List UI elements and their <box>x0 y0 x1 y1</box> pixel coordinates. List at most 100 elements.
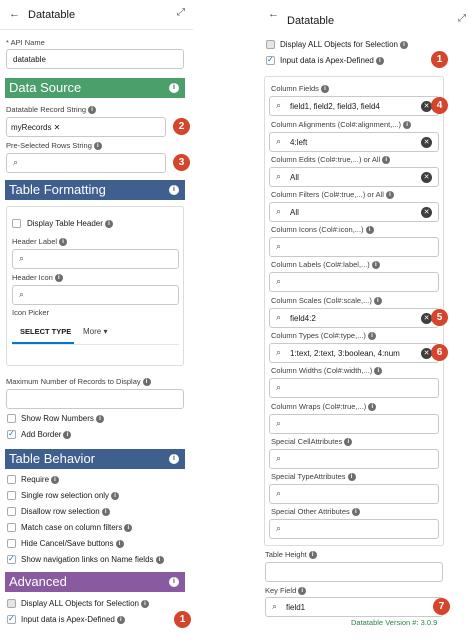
info-icon: i <box>367 332 376 341</box>
show-nav-checkbox[interactable] <box>7 554 16 564</box>
add-border-checkbox[interactable] <box>7 429 16 439</box>
back-arrow-icon[interactable]: ← <box>268 8 279 20</box>
special-type-input[interactable]: ⌕ <box>269 484 439 504</box>
search-icon: ⌕ <box>276 312 282 322</box>
info-icon: i <box>169 83 179 93</box>
match-case-checkbox[interactable] <box>7 523 16 532</box>
info-icon: i <box>382 156 391 165</box>
info-icon: i <box>375 56 384 65</box>
col-scales-value: field4:2 <box>290 314 316 323</box>
max-records-input[interactable] <box>6 389 184 409</box>
column-fields-input[interactable]: ⌕ field1, field2, field3, field4 ✕ <box>269 96 439 116</box>
expand-icon[interactable]: ⤢ <box>177 7 185 18</box>
info-icon: i <box>54 274 63 283</box>
header-icon-input[interactable]: ⌕ <box>12 285 179 305</box>
col-labels-label: Column Labels (Col#:label,...) i <box>271 260 380 270</box>
info-icon: i <box>95 414 104 423</box>
tab-more[interactable]: More ▾ <box>83 327 107 336</box>
col-icons-input[interactable]: ⌕ <box>269 237 439 257</box>
table-behavior-section[interactable]: Table Behavior i <box>5 449 185 469</box>
col-filters-label: Column Filters (Col#:true,...) or All i <box>271 190 394 200</box>
clear-icon[interactable]: ✕ <box>421 137 432 148</box>
advanced-section[interactable]: Advanced i <box>5 572 185 592</box>
key-field-value: field1 <box>286 603 306 612</box>
chevron-down-icon: ▾ <box>101 327 108 336</box>
search-icon: ⌕ <box>19 253 25 263</box>
display-all-checkbox[interactable] <box>7 599 16 608</box>
col-edits-value: All <box>290 173 299 182</box>
display-header-label: Display Table Header i <box>27 219 113 228</box>
col-align-input[interactable]: ⌕ 4:left ✕ <box>269 132 439 152</box>
callout-badge: 7 <box>433 598 450 615</box>
info-icon: i <box>399 40 408 49</box>
section-title: Data Source <box>9 80 82 95</box>
display-header-checkbox[interactable] <box>12 219 21 228</box>
section-title: Table Behavior <box>9 451 95 466</box>
col-edits-input[interactable]: ⌕ All ✕ <box>269 167 439 187</box>
data-source-section[interactable]: Data Source i <box>5 78 185 98</box>
table-height-input[interactable] <box>265 562 443 582</box>
special-type-label: Special TypeAttributes i <box>271 472 356 482</box>
display-all-label: Display ALL Objects for Selection i <box>21 599 149 608</box>
search-icon: ⌕ <box>276 241 282 251</box>
info-icon: i <box>169 185 179 195</box>
tab-select-type[interactable]: SELECT TYPE <box>20 327 71 336</box>
require-label: Require i <box>21 475 60 484</box>
require-checkbox[interactable] <box>7 475 16 484</box>
clear-icon[interactable]: ✕ <box>421 207 432 218</box>
table-formatting-section[interactable]: Table Formatting i <box>5 180 185 200</box>
info-icon: i <box>59 238 68 247</box>
search-icon: ⌕ <box>276 523 282 533</box>
search-icon: ⌕ <box>13 157 19 167</box>
col-types-value: 1:text, 2:text, 3:boolean, 4:num <box>290 349 400 358</box>
callout-badge: 4 <box>431 97 448 114</box>
search-icon: ⌕ <box>19 289 25 299</box>
record-pill: myRecords ✕ <box>11 123 61 132</box>
show-row-numbers-checkbox[interactable] <box>7 414 16 423</box>
special-cell-input[interactable]: ⌕ <box>269 449 439 469</box>
col-icons-label: Column Icons (Col#:icon,...) i <box>271 225 374 235</box>
icon-picker-tabs: SELECT TYPE More ▾ <box>12 321 179 345</box>
special-other-label: Special Other Attributes i <box>271 507 360 517</box>
info-icon: i <box>308 551 317 560</box>
special-cell-label: Special CellAttributes i <box>271 437 353 447</box>
preselected-input[interactable]: ⌕ <box>6 153 166 173</box>
left-panel: ← Datatable ⤢ * API Name datatable Data … <box>0 0 193 640</box>
apex-defined-checkbox[interactable] <box>7 614 16 624</box>
section-title: Table Formatting <box>9 182 106 197</box>
col-widths-input[interactable]: ⌕ <box>269 378 439 398</box>
right-header: ← Datatable ⤢ <box>257 0 474 30</box>
col-scales-input[interactable]: ⌕ field4:2 ✕ <box>269 308 439 328</box>
apex-defined-checkbox[interactable] <box>266 55 275 65</box>
info-icon: i <box>93 142 102 151</box>
info-icon: i <box>403 121 412 130</box>
match-case-label: Match case on column filters i <box>21 523 133 532</box>
info-icon: i <box>111 491 120 500</box>
col-types-input[interactable]: ⌕ 1:text, 2:text, 3:boolean, 4:num ✕ <box>269 343 439 363</box>
display-all-checkbox[interactable] <box>266 40 275 49</box>
col-wraps-input[interactable]: ⌕ <box>269 414 439 434</box>
info-icon: i <box>351 508 360 517</box>
col-edits-label: Column Edits (Col#:true,...) or All i <box>271 155 391 165</box>
api-name-input[interactable]: datatable <box>6 49 184 69</box>
hide-cancel-label: Hide Cancel/Save buttons i <box>21 539 124 548</box>
disallow-row-label: Disallow row selection i <box>21 507 110 516</box>
apex-defined-label: Input data is Apex-Defined i <box>280 56 384 65</box>
callout-badge: 5 <box>431 309 448 326</box>
header-label-input[interactable]: ⌕ <box>12 249 179 269</box>
clear-icon[interactable]: ✕ <box>421 172 432 183</box>
key-field-input[interactable]: ⌕ field1 <box>265 597 443 617</box>
info-icon: i <box>347 473 356 482</box>
disallow-row-checkbox[interactable] <box>7 507 16 516</box>
api-name-label: * API Name <box>6 38 45 47</box>
special-other-input[interactable]: ⌕ <box>269 519 439 539</box>
hide-cancel-checkbox[interactable] <box>7 539 16 548</box>
callout-badge: 1 <box>431 51 448 68</box>
info-icon: i <box>298 587 307 596</box>
col-labels-input[interactable]: ⌕ <box>269 272 439 292</box>
expand-icon[interactable]: ⤢ <box>458 13 466 24</box>
single-row-checkbox[interactable] <box>7 491 16 500</box>
record-string-input[interactable]: myRecords ✕ <box>6 117 166 137</box>
back-arrow-icon[interactable]: ← <box>9 8 20 20</box>
col-filters-input[interactable]: ⌕ All ✕ <box>269 202 439 222</box>
